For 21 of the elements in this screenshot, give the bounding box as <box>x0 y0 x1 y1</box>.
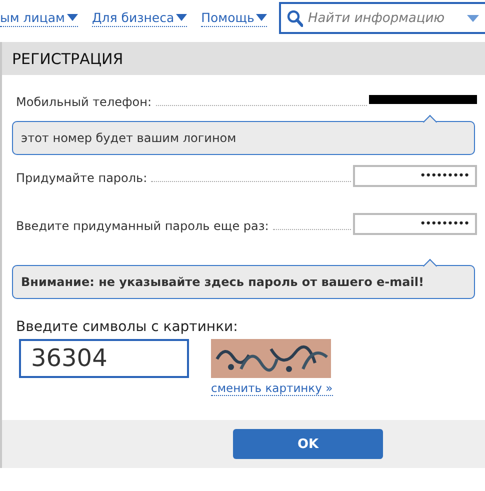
password-field[interactable]: ••••••••• <box>353 213 477 235</box>
nav-link[interactable]: Помощь <box>201 9 268 27</box>
caret-icon <box>256 14 268 21</box>
search-field[interactable]: Найти информацию <box>279 2 485 34</box>
field-label: Придумайте пароль: <box>16 171 148 185</box>
hint-tooltip: этот номер будет вашим логином <box>12 121 475 155</box>
caret-icon <box>66 14 78 21</box>
change-picture-link[interactable]: сменить картинку » <box>211 381 333 396</box>
captcha-label: Введите символы с картинки: <box>16 319 239 335</box>
nav-link[interactable]: ым лицам <box>0 9 78 27</box>
caret-icon <box>176 14 188 21</box>
hint-tooltip: Внимание: не указывайте здесь пароль от вашего e-mail! <box>12 265 475 299</box>
ok-button[interactable]: OK <box>233 429 383 459</box>
dropdown-icon[interactable] <box>467 14 479 22</box>
field-label: Введите придуманный пароль еще раз: <box>16 219 269 233</box>
password-field[interactable]: ••••••••• <box>353 165 477 187</box>
captcha-field[interactable]: 36304 <box>19 339 189 378</box>
dialog-title: РЕГИСТРАЦИЯ <box>12 50 124 68</box>
search-icon <box>287 10 303 26</box>
nav-link[interactable]: Для бизнеса <box>92 9 188 27</box>
field-label: Мобильный телефон: <box>16 95 152 109</box>
